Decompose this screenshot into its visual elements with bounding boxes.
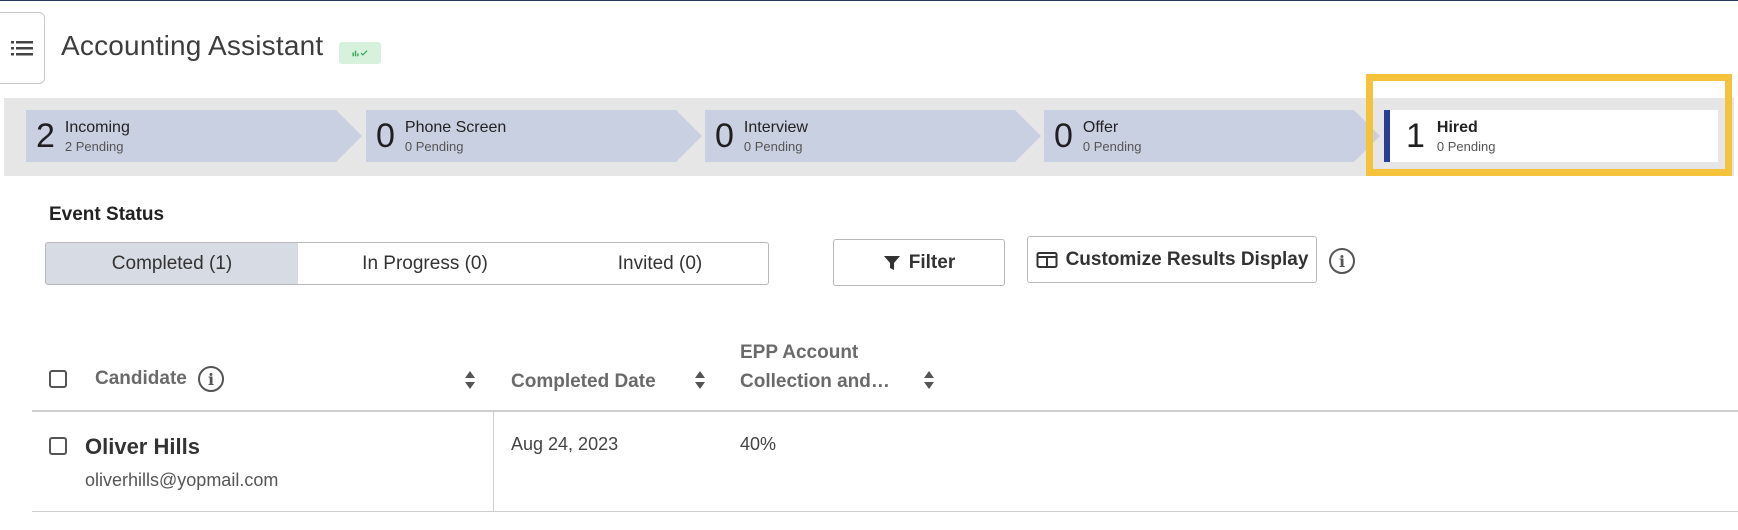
stage-name: Interview [743, 118, 808, 136]
stage-interview[interactable]: 0 Interview 0 Pending [705, 110, 1041, 162]
stage-pending: 0 Pending [743, 138, 803, 154]
stage-phone-screen[interactable]: 0 Phone Screen 0 Pending [366, 110, 702, 162]
menu-toggle-button[interactable] [0, 12, 45, 84]
sort-icon[interactable] [464, 370, 476, 390]
row-divider [32, 511, 1738, 512]
stage-name: Incoming [64, 118, 130, 136]
tab-in-progress[interactable]: In Progress (0) [298, 242, 553, 285]
tab-completed[interactable]: Completed (1) [45, 242, 299, 285]
sort-icon[interactable] [694, 370, 706, 390]
info-icon[interactable]: i [1329, 248, 1355, 274]
funnel-icon [883, 255, 900, 270]
customize-label: Customize Results Display [1065, 248, 1309, 270]
column-collection[interactable]: Collection and… [740, 371, 890, 393]
filter-button[interactable]: Filter [833, 239, 1005, 286]
row-checkbox[interactable] [49, 437, 67, 455]
stage-count: 2 [36, 117, 55, 155]
score: 40% [740, 434, 777, 454]
filter-label: Filter [908, 251, 956, 273]
stage-incoming[interactable]: 2 Incoming 2 Pending [26, 110, 362, 162]
sort-icon[interactable] [923, 370, 935, 390]
event-status-label: Event Status [49, 204, 165, 225]
tab-invited[interactable]: Invited (0) [552, 242, 769, 285]
top-border [0, 0, 1738, 3]
column-epp-account[interactable]: EPP Account [740, 342, 858, 364]
chart-check-icon [352, 50, 368, 57]
stage-count: 1 [1406, 117, 1425, 155]
candidate-email: oliverhills@yopmail.com [85, 470, 279, 490]
stage-name: Hired [1436, 118, 1478, 136]
select-all-checkbox[interactable] [49, 370, 67, 388]
stage-pending: 0 Pending [1082, 138, 1142, 154]
header-divider [32, 410, 1738, 412]
stage-name: Phone Screen [404, 118, 507, 136]
columns-icon [1036, 251, 1058, 268]
status-badge [339, 42, 381, 64]
completed-date: Aug 24, 2023 [511, 434, 619, 454]
stage-pending: 0 Pending [1436, 138, 1496, 154]
stage-offer[interactable]: 0 Offer 0 Pending [1044, 110, 1380, 162]
stage-count: 0 [715, 117, 734, 155]
stage-pending: 2 Pending [64, 138, 124, 154]
stage-pending: 0 Pending [404, 138, 464, 154]
stage-name: Offer [1082, 118, 1119, 136]
customize-results-button[interactable]: Customize Results Display [1027, 236, 1317, 283]
column-completed-date[interactable]: Completed Date [511, 371, 656, 393]
stage-count: 0 [376, 117, 395, 155]
stage-hired[interactable]: 1 Hired 0 Pending [1384, 110, 1718, 162]
page-title: Accounting Assistant [61, 30, 324, 61]
stage-count: 0 [1054, 117, 1073, 155]
list-icon [11, 41, 33, 56]
candidate-name[interactable]: Oliver Hills [85, 434, 200, 460]
column-candidate[interactable]: Candidate [95, 368, 187, 390]
info-icon[interactable]: i [198, 366, 224, 392]
column-divider [493, 412, 494, 512]
hiring-pipeline: 2 Incoming 2 Pending 0 Phone Screen 0 Pe… [4, 98, 1734, 176]
